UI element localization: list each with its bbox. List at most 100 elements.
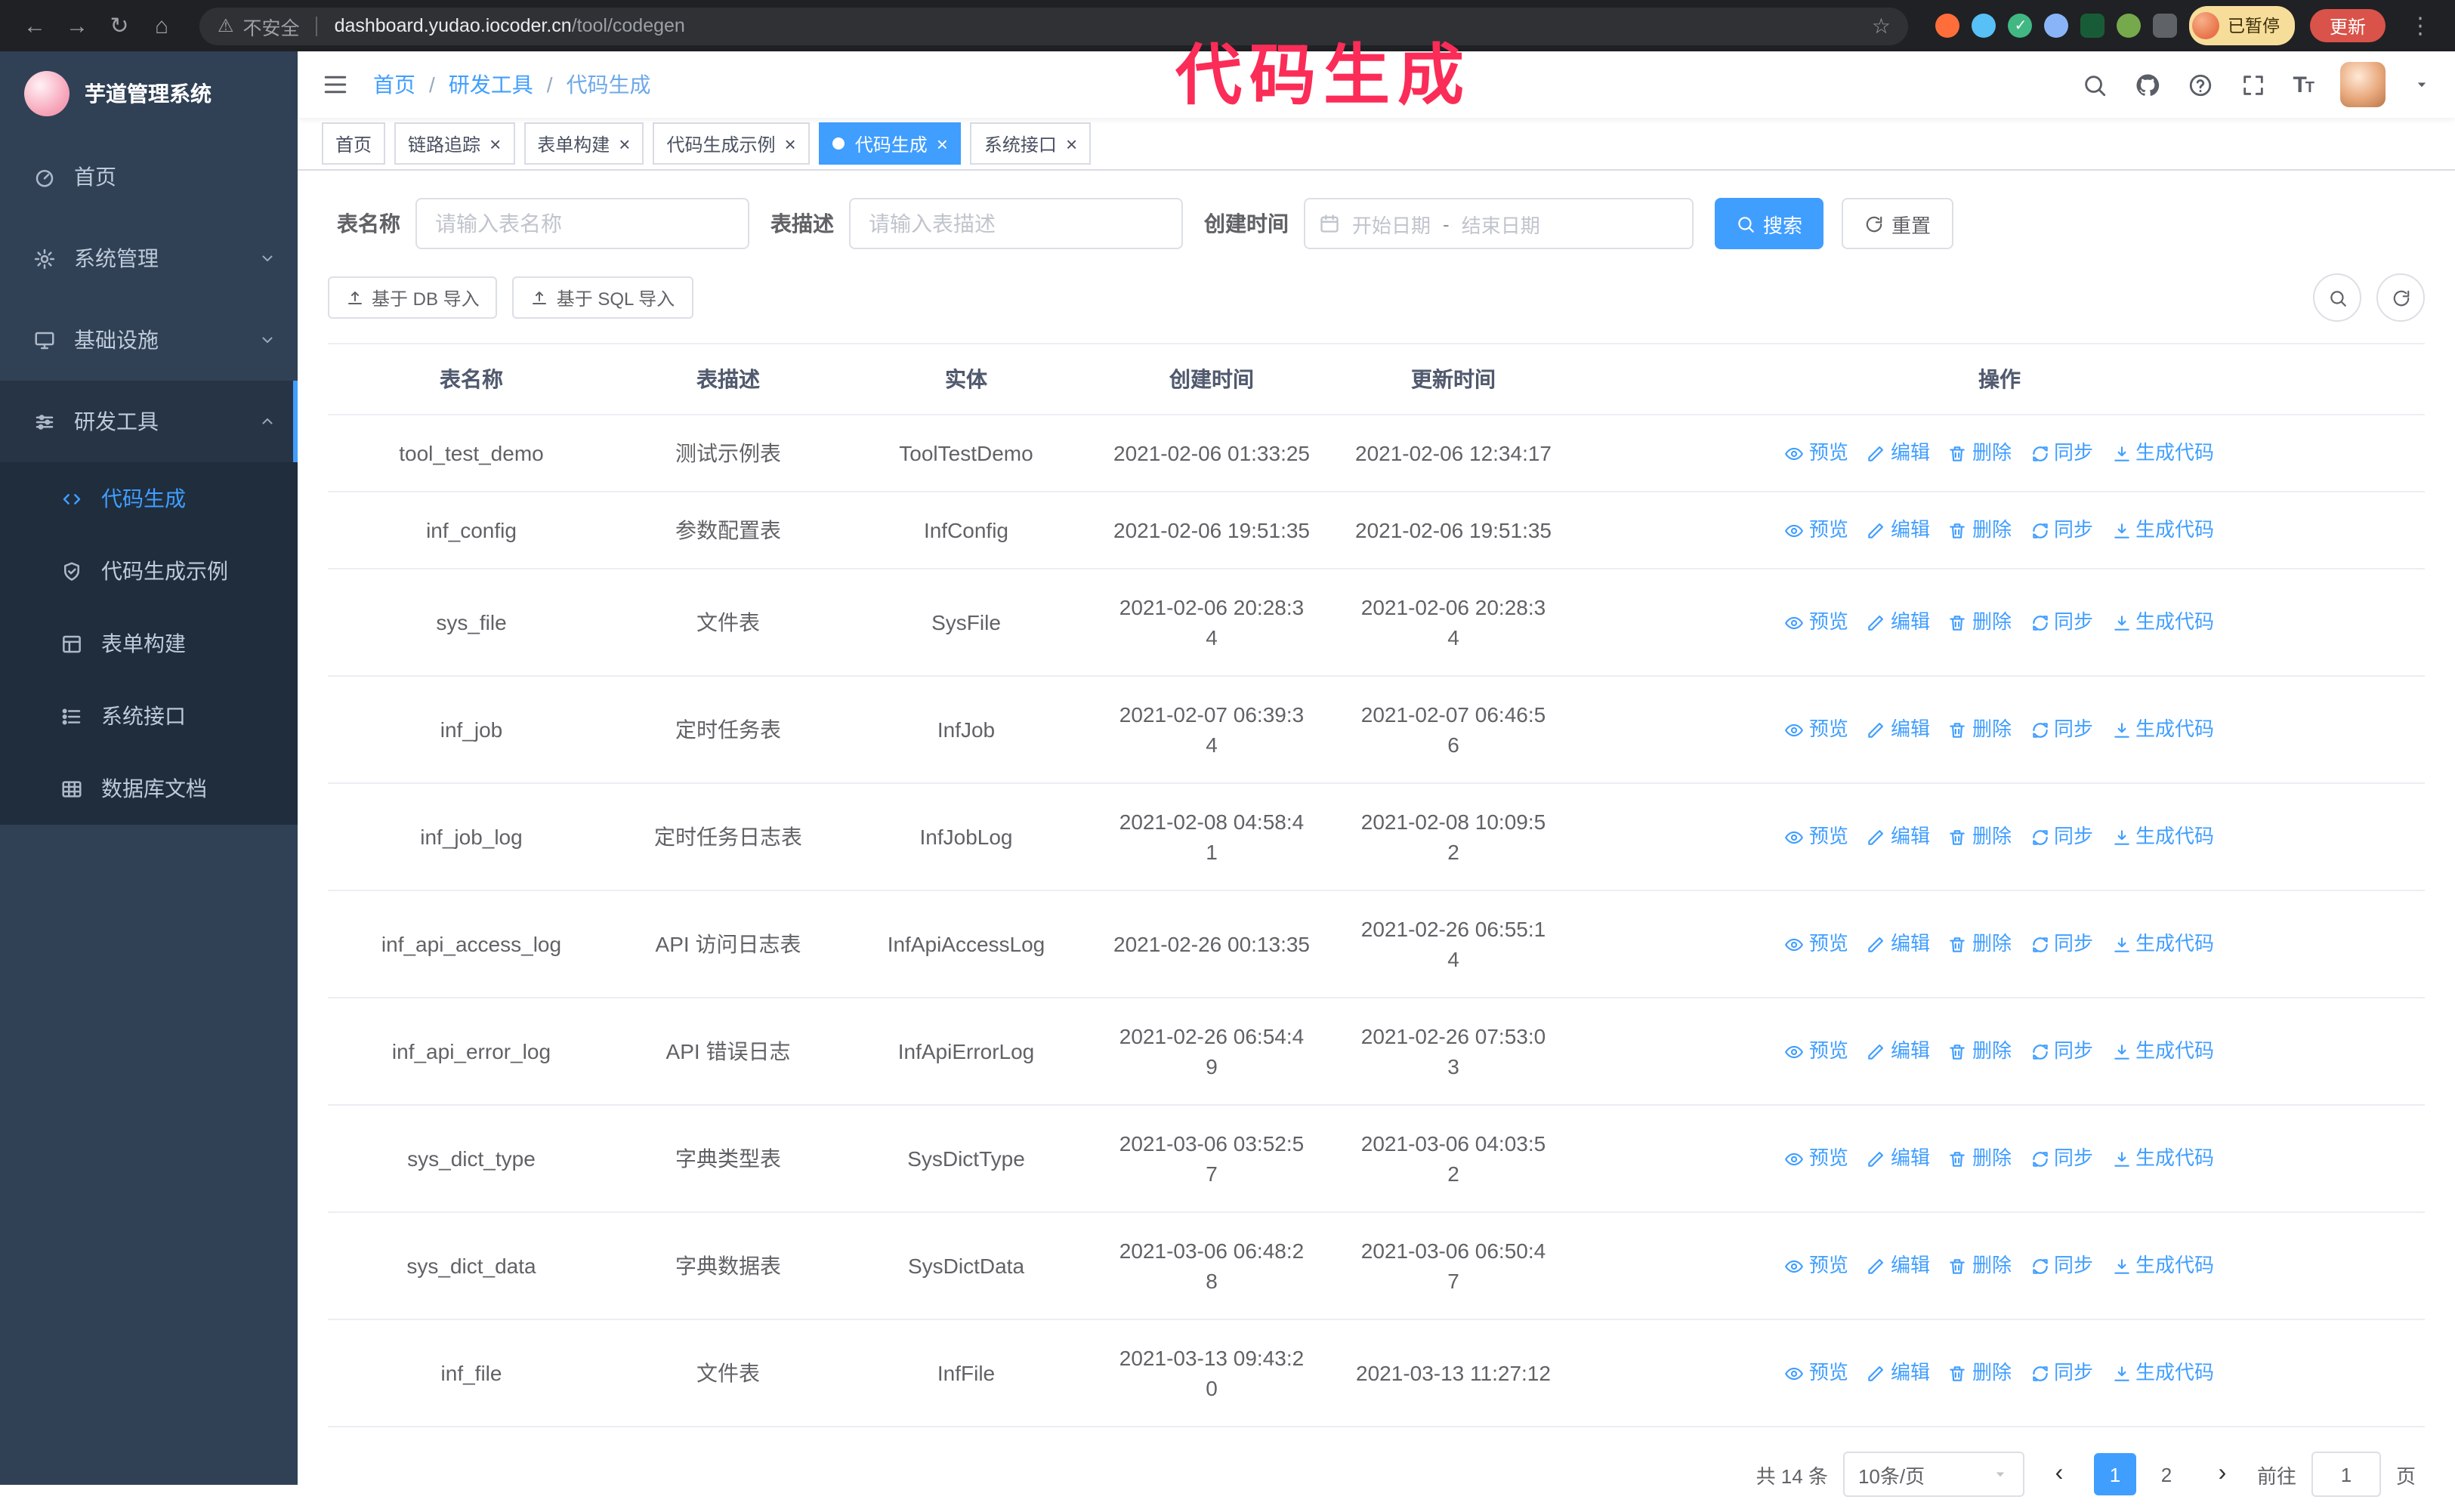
date-start-placeholder[interactable]: 开始日期	[1352, 209, 1431, 238]
import-db-button[interactable]: 基于 DB 导入	[328, 276, 498, 319]
extension-icon-2[interactable]	[1972, 14, 1996, 38]
browser-profile-chip[interactable]: 已暂停	[2189, 6, 2295, 45]
date-end-placeholder[interactable]: 结束日期	[1462, 209, 1540, 238]
action-edit[interactable]: 编辑	[1867, 1036, 1930, 1066]
action-sync[interactable]: 同步	[2030, 714, 2093, 745]
action-delete[interactable]: 删除	[1948, 438, 2012, 468]
action-generate-code[interactable]: 生成代码	[2111, 1358, 2214, 1388]
sidebar-item-3[interactable]: 研发工具	[0, 381, 298, 462]
action-generate-code[interactable]: 生成代码	[2111, 1143, 2214, 1174]
action-generate-code[interactable]: 生成代码	[2111, 714, 2214, 745]
tab-close-icon[interactable]: ×	[489, 134, 501, 153]
action-sync[interactable]: 同步	[2030, 929, 2093, 959]
action-delete[interactable]: 删除	[1948, 822, 2012, 852]
font-size-icon[interactable]: TT	[2293, 72, 2314, 97]
sidebar-item-1[interactable]: 系统管理	[0, 218, 298, 299]
action-preview[interactable]: 预览	[1785, 1036, 1848, 1066]
action-generate-code[interactable]: 生成代码	[2111, 438, 2214, 468]
action-sync[interactable]: 同步	[2030, 1358, 2093, 1388]
search-icon[interactable]	[2081, 72, 2107, 97]
sidebar-subitem-2[interactable]: 表单构建	[0, 607, 298, 680]
breadcrumb-item-0[interactable]: 首页	[373, 69, 415, 100]
extension-icon-6[interactable]	[2117, 14, 2142, 38]
action-edit[interactable]: 编辑	[1867, 1143, 1930, 1174]
action-preview[interactable]: 预览	[1785, 1358, 1848, 1388]
action-edit[interactable]: 编辑	[1867, 1358, 1930, 1388]
avatar-caret-icon[interactable]	[2413, 76, 2431, 94]
sidebar-toggle-icon[interactable]	[322, 71, 349, 98]
tab-3[interactable]: 代码生成示例 ×	[653, 122, 810, 165]
action-edit[interactable]: 编辑	[1867, 438, 1930, 468]
browser-update-button[interactable]: 更新	[2309, 9, 2386, 42]
search-button[interactable]: 搜索	[1715, 198, 1824, 249]
user-avatar[interactable]	[2340, 62, 2386, 107]
action-preview[interactable]: 预览	[1785, 515, 1848, 545]
tab-close-icon[interactable]: ×	[1066, 134, 1077, 153]
action-preview[interactable]: 预览	[1785, 714, 1848, 745]
tab-4[interactable]: 代码生成 ×	[818, 122, 962, 165]
goto-page-input[interactable]	[2311, 1452, 2381, 1497]
tab-2[interactable]: 表单构建 ×	[523, 122, 644, 165]
tab-0[interactable]: 首页	[322, 122, 386, 165]
page-size-select[interactable]: 10条/页	[1842, 1452, 2024, 1497]
action-delete[interactable]: 删除	[1948, 1251, 2012, 1281]
action-edit[interactable]: 编辑	[1867, 1251, 1930, 1281]
tab-5[interactable]: 系统接口 ×	[970, 122, 1092, 165]
action-delete[interactable]: 删除	[1948, 1143, 2012, 1174]
sidebar-subitem-3[interactable]: 系统接口	[0, 680, 298, 752]
extensions-puzzle-icon[interactable]	[2153, 14, 2178, 38]
action-sync[interactable]: 同步	[2030, 1143, 2093, 1174]
bookmark-star-icon[interactable]: ☆	[1872, 13, 1891, 39]
action-edit[interactable]: 编辑	[1867, 822, 1930, 852]
browser-back-icon[interactable]: ←	[15, 13, 54, 39]
action-sync[interactable]: 同步	[2030, 822, 2093, 852]
sidebar-item-2[interactable]: 基础设施	[0, 299, 298, 381]
column-header-3[interactable]: 创建时间	[1091, 343, 1332, 415]
column-header-0[interactable]: 表名称	[328, 343, 615, 415]
action-delete[interactable]: 删除	[1948, 607, 2012, 637]
action-preview[interactable]: 预览	[1785, 438, 1848, 468]
sidebar-subitem-1[interactable]: 代码生成示例	[0, 535, 298, 607]
browser-menu-icon[interactable]: ⋮	[2401, 12, 2440, 39]
browser-forward-icon[interactable]: →	[57, 13, 97, 39]
column-header-5[interactable]: 操作	[1574, 343, 2425, 415]
action-delete[interactable]: 删除	[1948, 1358, 2012, 1388]
action-edit[interactable]: 编辑	[1867, 607, 1930, 637]
import-sql-button[interactable]: 基于 SQL 导入	[512, 276, 693, 319]
column-header-4[interactable]: 更新时间	[1332, 343, 1574, 415]
action-preview[interactable]: 预览	[1785, 822, 1848, 852]
action-preview[interactable]: 预览	[1785, 1251, 1848, 1281]
column-header-2[interactable]: 实体	[841, 343, 1091, 415]
prev-page-button[interactable]: ‹	[2040, 1453, 2079, 1495]
action-edit[interactable]: 编辑	[1867, 714, 1930, 745]
extension-icon-1[interactable]	[1935, 14, 1960, 38]
action-generate-code[interactable]: 生成代码	[2111, 607, 2214, 637]
extension-icon-5[interactable]	[2080, 14, 2105, 38]
app-logo[interactable]: 芋道管理系统	[0, 51, 298, 136]
column-header-1[interactable]: 表描述	[615, 343, 841, 415]
extension-icon-3[interactable]	[2008, 14, 2033, 38]
page-button-1[interactable]: 1	[2093, 1453, 2136, 1495]
action-edit[interactable]: 编辑	[1867, 929, 1930, 959]
action-generate-code[interactable]: 生成代码	[2111, 822, 2214, 852]
fullscreen-icon[interactable]	[2240, 72, 2265, 97]
tab-close-icon[interactable]: ×	[619, 134, 630, 153]
sidebar-subitem-0[interactable]: 代码生成	[0, 462, 298, 535]
browser-reload-icon[interactable]: ↻	[100, 12, 139, 39]
action-sync[interactable]: 同步	[2030, 1036, 2093, 1066]
action-edit[interactable]: 编辑	[1867, 515, 1930, 545]
sidebar-subitem-4[interactable]: 数据库文档	[0, 752, 298, 825]
browser-home-icon[interactable]: ⌂	[142, 13, 181, 39]
tab-close-icon[interactable]: ×	[937, 134, 948, 153]
action-generate-code[interactable]: 生成代码	[2111, 929, 2214, 959]
action-delete[interactable]: 删除	[1948, 714, 2012, 745]
help-icon[interactable]	[2187, 72, 2213, 97]
sidebar-item-0[interactable]: 首页	[0, 136, 298, 218]
table-desc-input[interactable]	[849, 198, 1183, 249]
toggle-search-button[interactable]	[2313, 273, 2361, 322]
action-preview[interactable]: 预览	[1785, 607, 1848, 637]
reset-button[interactable]: 重置	[1842, 198, 1954, 249]
action-sync[interactable]: 同步	[2030, 515, 2093, 545]
action-sync[interactable]: 同步	[2030, 607, 2093, 637]
action-delete[interactable]: 删除	[1948, 929, 2012, 959]
